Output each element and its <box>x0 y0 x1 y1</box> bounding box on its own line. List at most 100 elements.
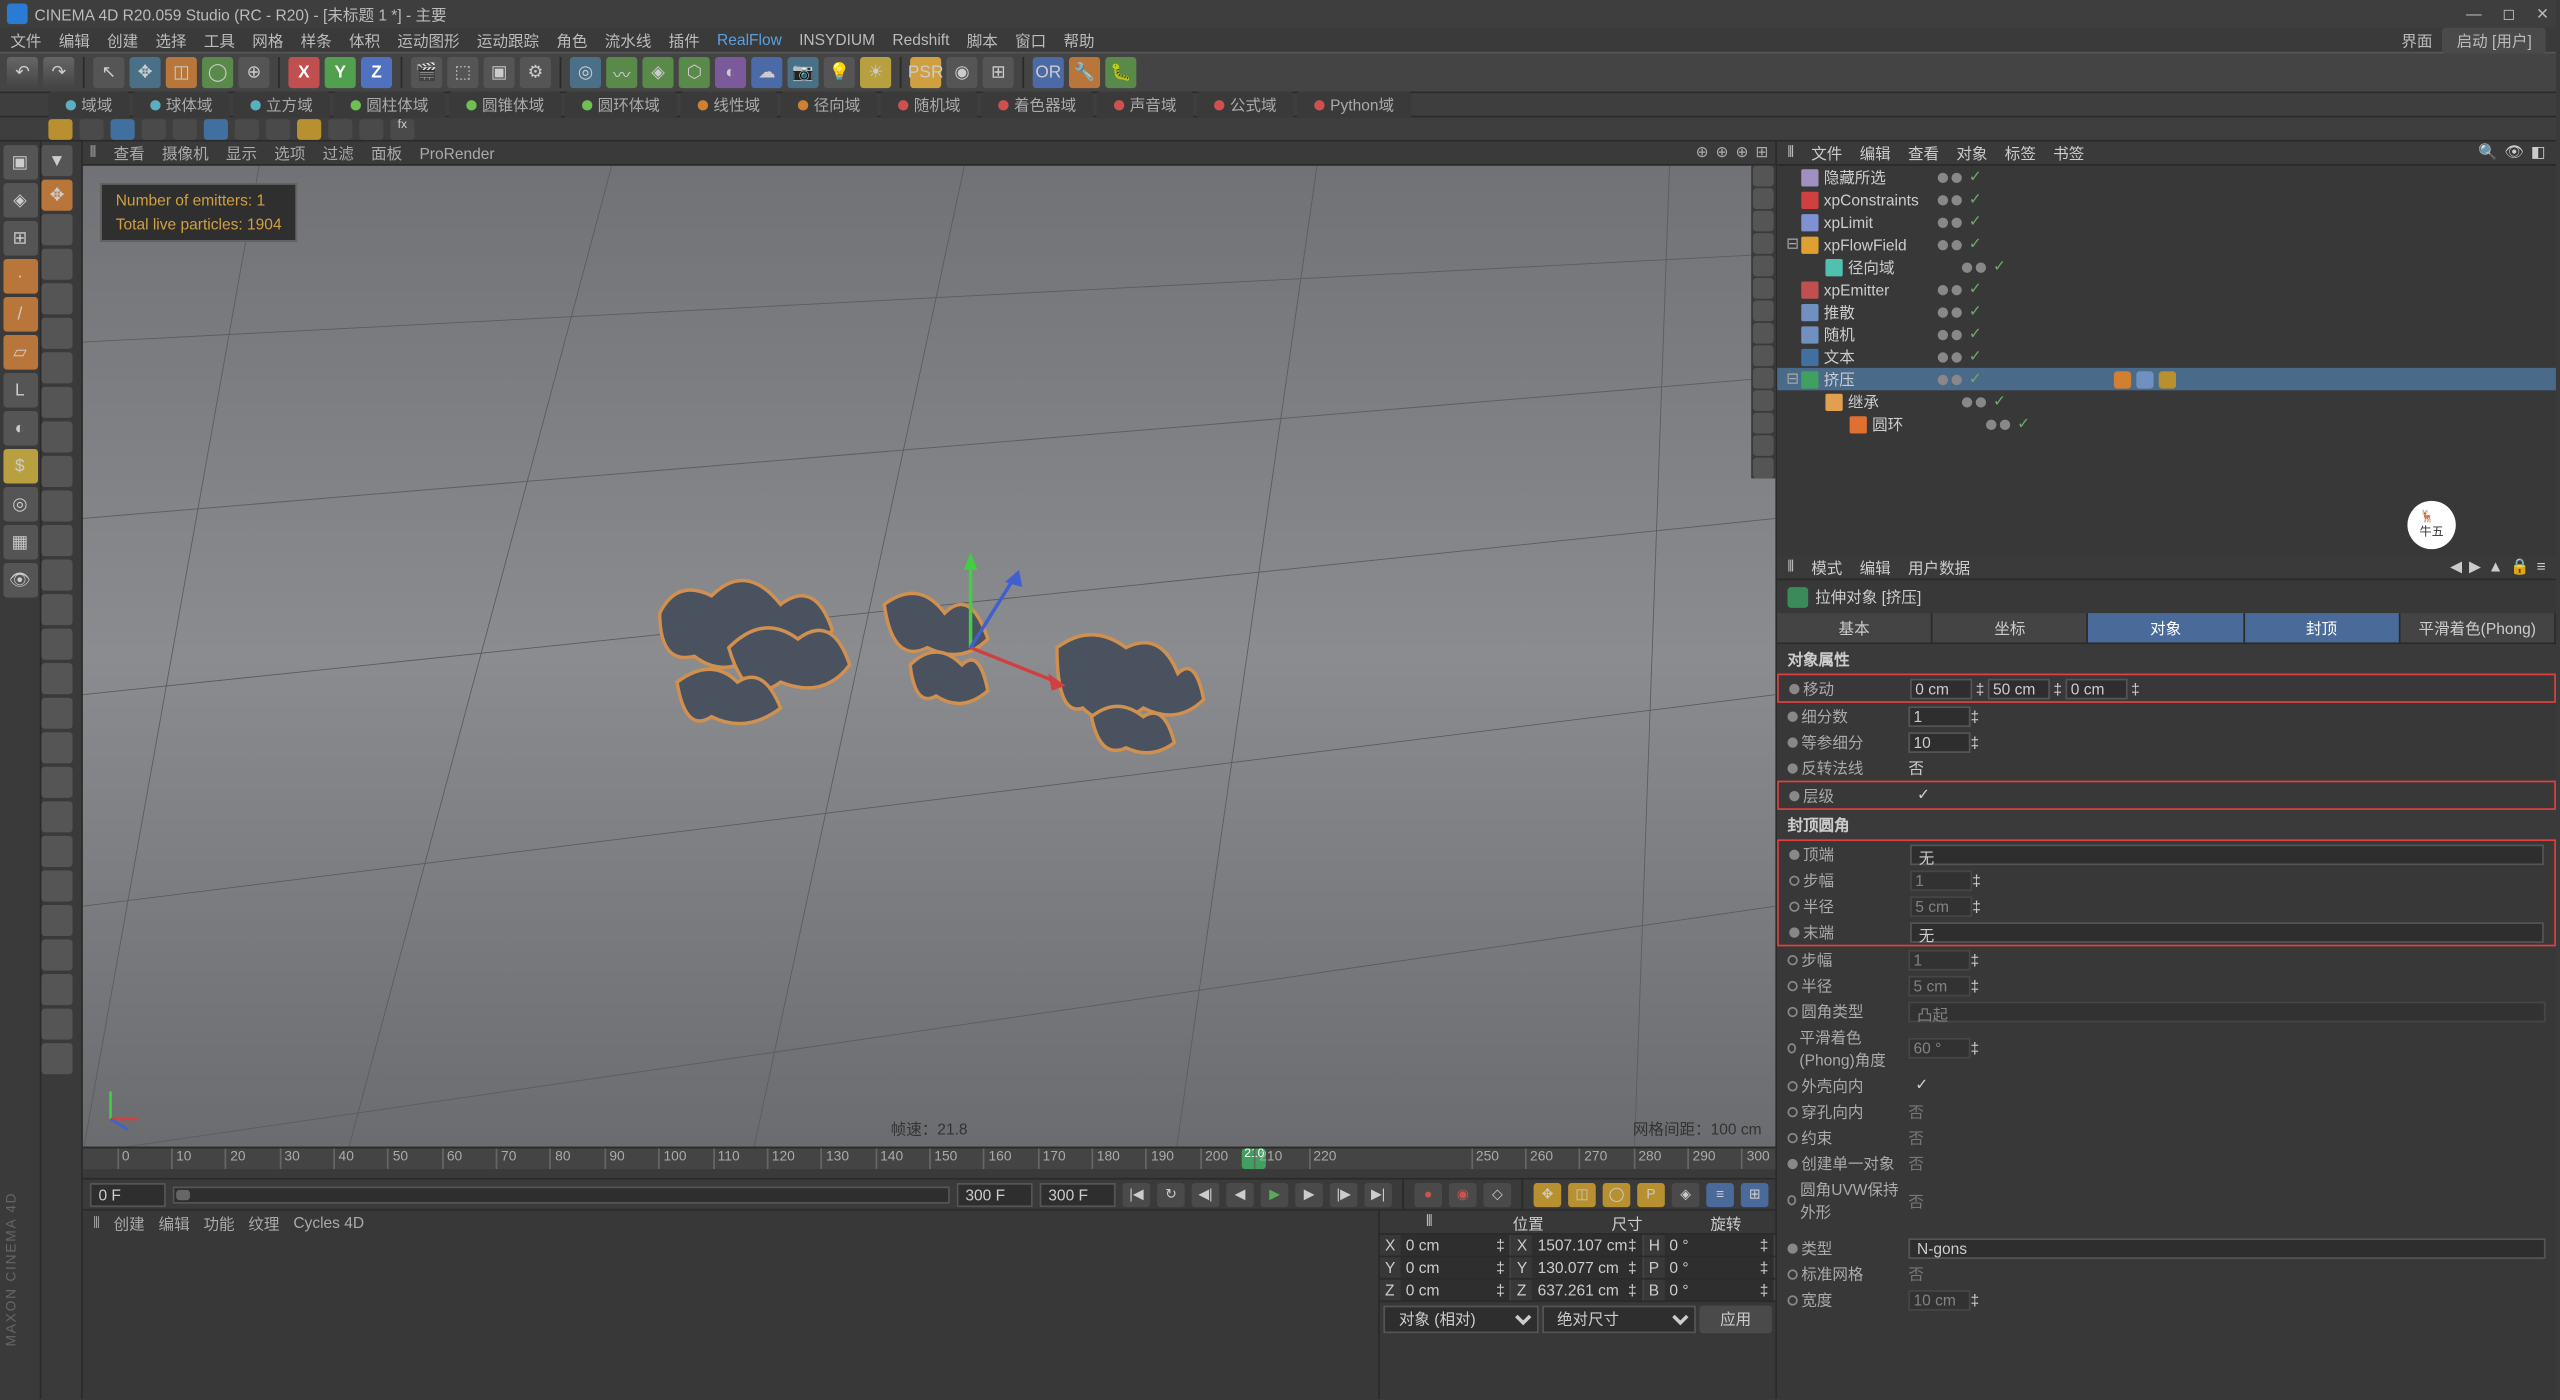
loop-button[interactable]: ↻ <box>1157 1182 1185 1206</box>
timeline-scrollbar[interactable] <box>173 1186 950 1203</box>
field-tab-1[interactable]: 球体域 <box>133 92 230 118</box>
field-tab-5[interactable]: 圆环体域 <box>565 92 677 118</box>
attr-menu-edit[interactable]: 编辑 <box>1860 556 1891 578</box>
m7[interactable] <box>41 421 72 452</box>
m1[interactable] <box>41 214 72 245</box>
generator2-button[interactable]: ⬡ <box>679 57 710 88</box>
end-frame-input-1[interactable] <box>957 1182 1033 1206</box>
render-view-button[interactable]: 🎬 <box>411 57 442 88</box>
obj-menu-edit[interactable]: 编辑 <box>1860 142 1891 164</box>
field-tab-6[interactable]: 线性域 <box>681 92 778 118</box>
t-btn-3[interactable] <box>111 118 135 139</box>
primitive-button[interactable]: ◎ <box>570 57 601 88</box>
field-tab-3[interactable]: 圆柱体域 <box>333 92 445 118</box>
hierarchy-checkbox[interactable]: ✓ <box>1917 786 1930 805</box>
t-btn-1[interactable] <box>48 118 72 139</box>
m25[interactable] <box>41 1043 72 1074</box>
menu-icon[interactable]: ≡ <box>2537 558 2546 577</box>
obj-menu-tags[interactable]: 标签 <box>2005 142 2036 164</box>
cap-end-dropdown[interactable]: 无 <box>1910 921 2544 942</box>
move-x-input[interactable] <box>1910 678 1972 699</box>
rs-9[interactable] <box>1753 345 1774 366</box>
workplane-mode[interactable]: ⊞ <box>3 221 38 256</box>
rs-7[interactable] <box>1753 300 1774 321</box>
menu-10[interactable]: 角色 <box>556 28 587 50</box>
model-mode[interactable]: ▣ <box>3 145 38 180</box>
environment-button[interactable]: ☁ <box>751 57 782 88</box>
render-pv-button[interactable]: ▣ <box>484 57 515 88</box>
m9[interactable] <box>41 490 72 521</box>
spline-button[interactable]: 〰 <box>606 57 637 88</box>
field-tab-8[interactable]: 随机域 <box>881 92 978 118</box>
tool1-button[interactable]: 🔧 <box>1069 57 1100 88</box>
m18[interactable] <box>41 801 72 832</box>
mat-tab-create[interactable]: 创建 <box>114 1211 145 1233</box>
move-z-input[interactable] <box>2066 678 2128 699</box>
radius2-input[interactable] <box>1908 975 1970 996</box>
minimize-button[interactable]: — <box>2466 4 2482 23</box>
t-btn-5[interactable] <box>173 118 197 139</box>
nav-back[interactable]: ◀ <box>2450 558 2462 577</box>
vp-nav-1[interactable]: ⊕ <box>1696 143 1709 162</box>
mat-tab-texture[interactable]: 纹理 <box>248 1211 279 1233</box>
axis-mode[interactable]: L <box>3 373 38 408</box>
m3[interactable] <box>41 283 72 314</box>
hole-value[interactable]: 否 <box>1908 1100 1924 1122</box>
vp-menu-display[interactable]: 显示 <box>226 142 257 164</box>
viewport-solo[interactable]: 👁 <box>3 563 38 598</box>
obj-menu-bookmarks[interactable]: 书签 <box>2053 142 2084 164</box>
attr-tab-coord[interactable]: 坐标 <box>1933 613 2089 642</box>
rs-11[interactable] <box>1753 390 1774 411</box>
poly-mode[interactable]: ▱ <box>3 335 38 370</box>
menu-3[interactable]: 选择 <box>156 28 187 50</box>
axis-x-button[interactable]: X <box>288 57 319 88</box>
render-region-button[interactable]: ⬚ <box>447 57 478 88</box>
menu-1[interactable]: 编辑 <box>59 28 90 50</box>
t-btn-11[interactable] <box>359 118 383 139</box>
viewport-3d[interactable]: Number of emitters: 1 Total live particl… <box>83 166 1775 1147</box>
field-tab-10[interactable]: 声音域 <box>1097 92 1194 118</box>
attr-tab-phong[interactable]: 平滑着色(Phong) <box>2400 613 2556 642</box>
m23[interactable] <box>41 974 72 1005</box>
timeline-mode-2[interactable]: ⊞ <box>1741 1182 1769 1206</box>
m4[interactable] <box>41 318 72 349</box>
t-btn-4[interactable] <box>142 118 166 139</box>
step1-input[interactable] <box>1910 870 1972 891</box>
rs-6[interactable] <box>1753 278 1774 299</box>
obj-menu-view[interactable]: 查看 <box>1908 142 1939 164</box>
axis-y-button[interactable]: Y <box>325 57 356 88</box>
key-selection[interactable]: ◇ <box>1483 1182 1511 1206</box>
m24[interactable] <box>41 1009 72 1040</box>
or-button[interactable]: OR <box>1033 57 1064 88</box>
field-tab-9[interactable]: 着色器域 <box>981 92 1093 118</box>
attr-menu-mode[interactable]: 模式 <box>1811 556 1842 578</box>
move-y-input[interactable] <box>1988 678 2050 699</box>
t-btn-2[interactable] <box>79 118 103 139</box>
close-button[interactable]: ✕ <box>2536 4 2549 23</box>
rs-2[interactable] <box>1753 188 1774 209</box>
vp-menu-panel[interactable]: 面板 <box>371 142 402 164</box>
vp-menu-options[interactable]: 选项 <box>274 142 305 164</box>
make-editable[interactable]: ▼ <box>41 145 72 176</box>
mat-tab-function[interactable]: 功能 <box>203 1211 234 1233</box>
layer-icon[interactable]: ◧ <box>2531 143 2546 162</box>
obj-xpEmitter[interactable]: xpEmitter✓ <box>1777 278 2556 300</box>
key-pla[interactable]: ◈ <box>1672 1182 1700 1206</box>
timeline-mode-1[interactable]: ≡ <box>1706 1182 1734 1206</box>
light2-button[interactable]: ☀ <box>860 57 891 88</box>
undo-button[interactable]: ↶ <box>7 57 38 88</box>
subdiv-input[interactable] <box>1908 705 1970 726</box>
coords-size-mode-select[interactable]: 绝对尺寸 <box>1541 1306 1696 1334</box>
obj-xpFlowField[interactable]: ⊟xpFlowField✓ <box>1777 233 2556 255</box>
vp-nav-4[interactable]: ⊞ <box>1755 143 1768 162</box>
obj-圆环[interactable]: 圆环✓ <box>1777 413 2556 435</box>
radius1-input[interactable] <box>1910 895 1972 916</box>
m12[interactable] <box>41 594 72 625</box>
rs-3[interactable] <box>1753 211 1774 232</box>
next-key[interactable]: |▶ <box>1330 1182 1358 1206</box>
field-tab-11[interactable]: 公式域 <box>1197 92 1294 118</box>
layout-dropdown[interactable]: 启动 [用户] <box>2443 27 2546 53</box>
start-frame-input[interactable] <box>90 1182 166 1206</box>
render-settings-button[interactable]: ⚙ <box>520 57 551 88</box>
m10[interactable] <box>41 525 72 556</box>
